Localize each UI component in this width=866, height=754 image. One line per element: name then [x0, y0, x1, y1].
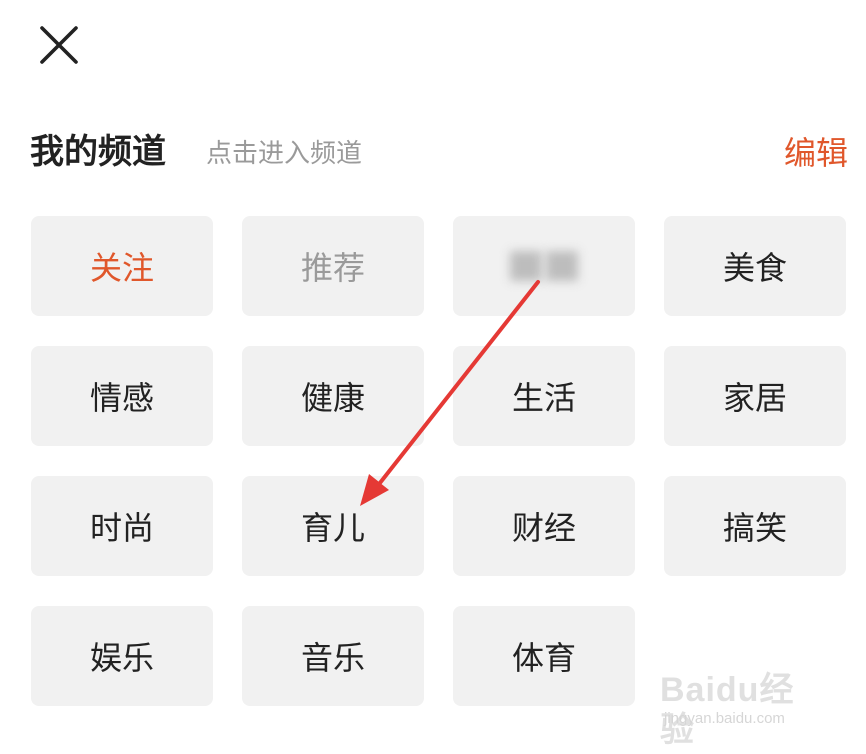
edit-button[interactable]: 编辑 [784, 132, 848, 174]
channel-tile-recommend[interactable]: 推荐 [242, 216, 424, 316]
baidu-jingyan-watermark: Baidu经验 jingyan.baidu.com [660, 670, 818, 749]
my-channels-header: 我的频道 点击进入频道 编辑 [0, 126, 866, 178]
channel-label: 推荐 [300, 249, 365, 287]
channel-tile-follow[interactable]: 关注 [31, 216, 213, 316]
channel-tile-life[interactable]: 生活 [453, 346, 635, 446]
channel-label: 搞笑 [722, 509, 787, 547]
channel-tile-food[interactable]: 美食 [664, 216, 846, 316]
channel-tile-fashion[interactable]: 时尚 [31, 476, 213, 576]
header-hint: 点击进入频道 [206, 139, 363, 169]
close-button[interactable] [38, 24, 80, 66]
channel-label: 生活 [511, 379, 576, 417]
channel-label: 健康 [300, 379, 365, 417]
channel-tile-parenting[interactable]: 育儿 [242, 476, 424, 576]
channel-label: 关注 [89, 249, 154, 287]
channel-label: 情感 [89, 379, 154, 417]
channel-tile-music[interactable]: 音乐 [242, 606, 424, 706]
channel-label: 娱乐 [89, 639, 154, 677]
blurred-channel-label [510, 251, 578, 281]
channel-label: 时尚 [89, 509, 154, 547]
blur-block [510, 251, 542, 281]
channel-label: 家居 [722, 379, 787, 417]
channel-tile-finance[interactable]: 财经 [453, 476, 635, 576]
close-icon [40, 26, 78, 64]
watermark-url: jingyan.baidu.com [664, 710, 785, 727]
channel-label: 财经 [511, 509, 576, 547]
channel-tile-emotion[interactable]: 情感 [31, 346, 213, 446]
channel-label: 体育 [511, 639, 576, 677]
page-title: 我的频道 [30, 132, 166, 172]
channel-tile-health[interactable]: 健康 [242, 346, 424, 446]
watermark-logo: Baidu经验 [660, 671, 795, 749]
blur-block [546, 251, 578, 281]
channel-tile-entertainment[interactable]: 娱乐 [31, 606, 213, 706]
channel-tile-funny[interactable]: 搞笑 [664, 476, 846, 576]
channel-label: 育儿 [300, 509, 365, 547]
channel-label: 音乐 [300, 639, 365, 677]
channel-tile-home[interactable]: 家居 [664, 346, 846, 446]
channel-tile-sports[interactable]: 体育 [453, 606, 635, 706]
channel-label: 美食 [722, 249, 787, 287]
channel-tile-blurred[interactable] [453, 216, 635, 316]
